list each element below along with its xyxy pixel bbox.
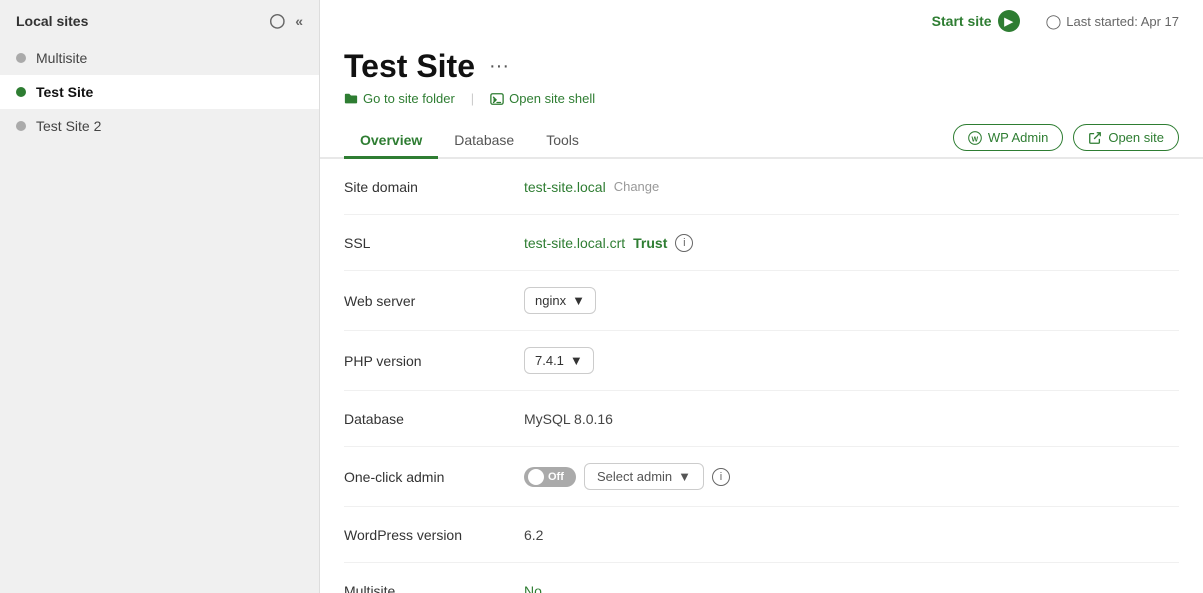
php-text: 7.4.1 [535, 353, 564, 368]
overview-row-domain: Site domain test-site.local Change [344, 159, 1179, 215]
database-label: Database [344, 411, 524, 427]
status-dot-test-site [16, 87, 26, 97]
more-options-button[interactable]: ··· [485, 55, 513, 78]
webserver-label: Web server [344, 293, 524, 309]
overview-row-webserver: Web server nginx ▼ [344, 271, 1179, 331]
action-divider: | [471, 91, 474, 106]
site-title: Test Site [344, 48, 475, 85]
multisite-text: No [524, 583, 542, 593]
ssl-cert-text: test-site.local.crt [524, 235, 625, 251]
php-dropdown[interactable]: 7.4.1 ▼ [524, 347, 594, 374]
ssl-value: test-site.local.crt Trust i [524, 234, 693, 252]
trust-button[interactable]: Trust [633, 235, 667, 251]
tab-overview[interactable]: Overview [344, 124, 438, 159]
wp-version-text: 6.2 [524, 527, 543, 543]
webserver-text: nginx [535, 293, 566, 308]
overview-row-oneclick: One-click admin Off Select admin ▼ i [344, 447, 1179, 507]
wp-version-value: 6.2 [524, 527, 543, 543]
select-admin-dropdown[interactable]: Select admin ▼ [584, 463, 704, 490]
collapse-icon[interactable]: « [295, 13, 303, 29]
domain-value: test-site.local Change [524, 179, 659, 195]
toggle-label: Off [548, 471, 564, 483]
multisite-value: No [524, 583, 542, 593]
php-value: 7.4.1 ▼ [524, 347, 594, 374]
open-site-label: Open site [1108, 130, 1164, 145]
open-site-shell-button[interactable]: Open site shell [478, 91, 607, 106]
overview-row-ssl: SSL test-site.local.crt Trust i [344, 215, 1179, 271]
wp-version-label: WordPress version [344, 527, 524, 543]
domain-label: Site domain [344, 179, 524, 195]
select-admin-text: Select admin [597, 469, 672, 484]
tab-actions: W WP Admin Open site [953, 124, 1179, 157]
tabs: Overview Database Tools W WP Admin Open … [320, 114, 1203, 159]
site-header: Test Site ··· Go to site folder | Open s… [320, 36, 1203, 106]
overview-row-php: PHP version 7.4.1 ▼ [344, 331, 1179, 391]
database-text: MySQL 8.0.16 [524, 411, 613, 427]
sidebar: Local sites ◯ « Multisite Test Site Test… [0, 0, 320, 593]
database-value: MySQL 8.0.16 [524, 411, 613, 427]
last-started-text: Last started: Apr 17 [1066, 14, 1179, 29]
oneclick-value: Off Select admin ▼ i [524, 463, 730, 490]
oneclick-toggle[interactable]: Off [524, 467, 576, 487]
ssl-info-icon[interactable]: i [675, 234, 693, 252]
chevron-down-icon: ▼ [572, 293, 585, 308]
go-to-site-folder-button[interactable]: Go to site folder [344, 91, 467, 106]
webserver-dropdown[interactable]: nginx ▼ [524, 287, 596, 314]
svg-text:W: W [971, 136, 978, 143]
webserver-value: nginx ▼ [524, 287, 596, 314]
main-content: Start site ▶ ◯ Last started: Apr 17 Test… [320, 0, 1203, 593]
tab-list: Overview Database Tools [344, 124, 595, 157]
oneclick-label: One-click admin [344, 469, 524, 485]
open-site-button[interactable]: Open site [1073, 124, 1179, 151]
history-icon[interactable]: ◯ [270, 12, 286, 29]
overview-row-multisite: Multisite No [344, 563, 1179, 593]
sidebar-item-test-site[interactable]: Test Site [0, 75, 319, 109]
start-site-button[interactable]: Start site ▶ [932, 10, 1020, 32]
external-link-icon [1088, 131, 1102, 145]
wp-admin-button[interactable]: W WP Admin [953, 124, 1063, 151]
go-to-folder-label: Go to site folder [363, 91, 455, 106]
wp-icon: W [968, 131, 982, 145]
sidebar-header: Local sites ◯ « [0, 0, 319, 41]
status-dot-test-site-2 [16, 121, 26, 131]
sidebar-item-label: Multisite [36, 50, 87, 66]
sidebar-title: Local sites [16, 13, 88, 29]
folder-icon [344, 92, 358, 106]
overview-row-wp-version: WordPress version 6.2 [344, 507, 1179, 563]
start-site-label: Start site [932, 13, 992, 29]
sidebar-header-icons: ◯ « [270, 12, 303, 29]
wp-admin-label: WP Admin [988, 130, 1048, 145]
toggle-circle [528, 469, 544, 485]
sidebar-item-test-site-2[interactable]: Test Site 2 [0, 109, 319, 143]
multisite-label: Multisite [344, 583, 524, 593]
sidebar-item-label: Test Site 2 [36, 118, 101, 134]
status-dot-multisite [16, 53, 26, 63]
tab-tools[interactable]: Tools [530, 124, 595, 159]
site-actions: Go to site folder | Open site shell [344, 91, 1179, 106]
overview-row-database: Database MySQL 8.0.16 [344, 391, 1179, 447]
site-title-row: Test Site ··· [344, 48, 1179, 85]
tab-database[interactable]: Database [438, 124, 530, 159]
change-link[interactable]: Change [614, 179, 660, 194]
chevron-down-icon: ▼ [678, 469, 691, 484]
sidebar-item-multisite[interactable]: Multisite [0, 41, 319, 75]
open-shell-label: Open site shell [509, 91, 595, 106]
oneclick-info-icon[interactable]: i [712, 468, 730, 486]
clock-icon: ◯ [1046, 13, 1062, 30]
domain-text: test-site.local [524, 179, 606, 195]
last-started: ◯ Last started: Apr 17 [1046, 13, 1179, 30]
ssl-label: SSL [344, 235, 524, 251]
sidebar-item-label: Test Site [36, 84, 93, 100]
top-bar: Start site ▶ ◯ Last started: Apr 17 [320, 0, 1203, 36]
start-site-arrow-icon: ▶ [998, 10, 1020, 32]
overview-content: Site domain test-site.local Change SSL t… [320, 159, 1203, 593]
chevron-down-icon: ▼ [570, 353, 583, 368]
php-label: PHP version [344, 353, 524, 369]
terminal-icon [490, 92, 504, 106]
